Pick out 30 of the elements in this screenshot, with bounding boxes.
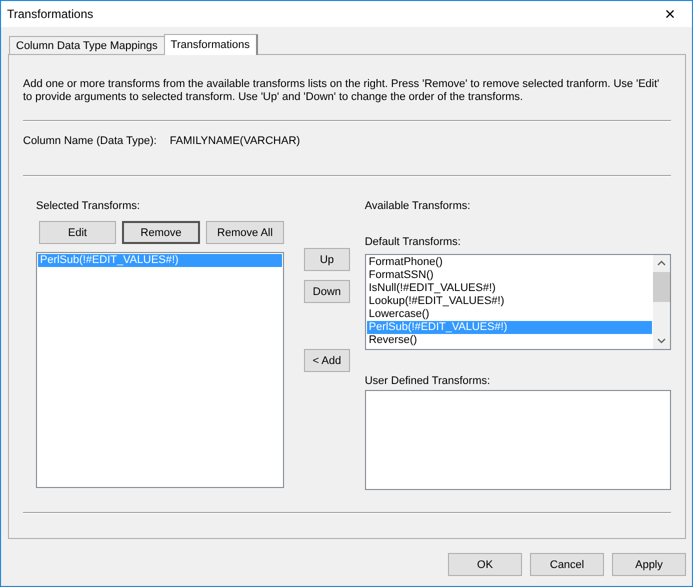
action-button[interactable]: Remove xyxy=(122,221,200,244)
list-item[interactable]: IsNull(!#EDIT_VALUES#!) xyxy=(366,282,652,295)
section-label: Selected Transforms: xyxy=(36,200,141,213)
instructions-text: Add one or more transforms from the available transforms lists on the right. Press 'Remove' to remove selected tranform. Use 'Edit' to provide arguments to selected transform. Use 'Up' and 'Down' to change the order of the transforms. xyxy=(23,78,660,104)
user-transforms-list[interactable] xyxy=(364,390,671,490)
list-item[interactable]: Reverse() xyxy=(366,334,652,347)
scrollbar[interactable] xyxy=(653,255,670,349)
action-button[interactable]: Edit xyxy=(39,221,116,244)
order-button[interactable]: Up xyxy=(304,248,350,271)
dialog-button[interactable]: Apply xyxy=(612,553,686,576)
section-label: Available Transforms: xyxy=(364,200,472,213)
list-label: Default Transforms: xyxy=(364,236,462,249)
column-name-value: FAMILYNAME(VARCHAR) xyxy=(170,135,300,148)
tab[interactable]: Column Data Type Mappings xyxy=(9,36,165,54)
close-button[interactable]: × xyxy=(648,1,692,27)
add-button[interactable]: < Add xyxy=(304,349,350,372)
list-item[interactable]: FormatSSN() xyxy=(366,269,652,282)
list-item[interactable]: FormatPhone() xyxy=(366,256,652,269)
list-item[interactable]: Lowercase() xyxy=(366,308,652,321)
dialog-button[interactable]: Cancel xyxy=(530,553,604,576)
scroll-thumb[interactable] xyxy=(653,272,670,302)
action-button[interactable]: Remove All xyxy=(206,221,284,244)
window-title: Transformations xyxy=(7,7,94,21)
list-item[interactable]: Lookup(!#EDIT_VALUES#!) xyxy=(366,295,652,308)
dialog-button[interactable]: OK xyxy=(448,553,522,576)
default-transforms-list[interactable]: FormatPhone() FormatSSN() IsNull(!#EDIT_VALUES#!) Lookup(!#EDIT_VALUES#!) Lowercase() PerlSub(!#EDIT_VALUES#!) Reverse() xyxy=(364,254,671,350)
tab[interactable]: Transformations xyxy=(164,34,258,55)
list-label: User Defined Transforms: xyxy=(364,375,492,388)
column-name-label: Column Name (Data Type): xyxy=(23,135,157,148)
order-button[interactable]: Down xyxy=(304,280,350,303)
